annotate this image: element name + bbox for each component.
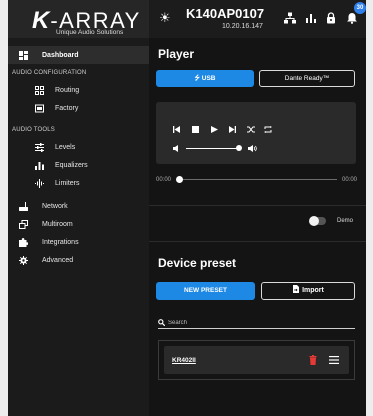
previous-icon[interactable] <box>173 126 180 133</box>
preset-name[interactable]: KR402II <box>172 357 196 364</box>
preset-list: KR402II <box>158 340 355 380</box>
sidebar-item-advanced[interactable]: Advanced <box>8 251 149 269</box>
sidebar-item-network[interactable]: Network <box>8 197 149 215</box>
sidebar-item-levels[interactable]: Levels <box>8 138 149 156</box>
delete-icon[interactable] <box>309 355 317 365</box>
divider <box>149 241 366 242</box>
sidebar-item-label: Integrations <box>42 238 79 246</box>
sidebar-item-label: Levels <box>55 143 76 151</box>
import-file-icon <box>293 285 300 293</box>
sidebar-item-multiroom[interactable]: Multiroom <box>8 215 149 233</box>
sidebar-item-limiters[interactable]: Limiters <box>8 174 149 192</box>
elapsed-time: 00:00 <box>156 177 172 183</box>
demo-label: Demo <box>337 218 354 224</box>
sidebar-item-label: Advanced <box>42 256 74 264</box>
device-ip: 10.20.16.147 <box>222 23 263 30</box>
device-name: K140AP0107 <box>186 6 265 21</box>
stop-icon[interactable] <box>192 126 199 133</box>
sidebar-item-label: Network <box>42 202 68 210</box>
repeat-icon[interactable] <box>264 126 272 133</box>
usb-label: USB <box>201 75 216 82</box>
puzzle-icon <box>19 237 28 247</box>
preset-search[interactable] <box>158 318 355 329</box>
sidebar-item-routing[interactable]: Routing <box>8 81 149 99</box>
lock-icon[interactable] <box>325 12 337 24</box>
sidebar-item-label: Equalizers <box>55 161 88 169</box>
stats-icon[interactable] <box>305 12 317 24</box>
brightness-icon[interactable]: ☀ <box>159 10 171 26</box>
logo-tagline: Unique Audio Solutions <box>56 29 124 36</box>
equalizer-icon <box>35 161 44 170</box>
volume-down-icon[interactable] <box>173 145 180 152</box>
sidebar-item-label: Multiroom <box>42 220 73 228</box>
divider <box>149 205 366 206</box>
sidebar-item-equalizers[interactable]: Equalizers <box>8 156 149 174</box>
search-input[interactable] <box>168 318 348 328</box>
seek-slider-handle[interactable] <box>176 176 183 183</box>
dashboard-icon <box>19 50 28 60</box>
routing-grid-icon <box>35 85 44 95</box>
next-icon[interactable] <box>229 126 236 133</box>
import-button[interactable]: Import <box>261 282 355 300</box>
section-audio-tools: AUDIO TOOLS <box>12 127 55 133</box>
volume-slider-handle[interactable] <box>236 145 242 151</box>
sidebar-item-dashboard[interactable]: Dashboard <box>8 46 149 64</box>
header: K-ARRAY Unique Audio Solutions ☀ K140AP0… <box>8 0 366 38</box>
seek-slider-track[interactable] <box>179 179 337 180</box>
sidebar: Dashboard AUDIO CONFIGURATION Routing Fa… <box>8 38 149 416</box>
multiroom-icon <box>19 219 28 229</box>
transport-panel <box>156 102 356 164</box>
limiter-waveform-icon <box>35 178 44 188</box>
volume-slider-track[interactable] <box>186 148 238 149</box>
dante-source-button[interactable]: Dante Ready™ <box>259 70 355 87</box>
usb-source-button[interactable]: ⭍ USB <box>156 70 254 87</box>
main-panel: Player ⭍ USB Dante Ready™ 00:00 00:00 De… <box>149 38 366 416</box>
app-frame: K-ARRAY Unique Audio Solutions ☀ K140AP0… <box>8 0 366 416</box>
shuffle-icon[interactable] <box>247 126 255 133</box>
levels-sliders-icon <box>35 142 44 152</box>
toggle-knob <box>309 216 319 226</box>
sidebar-item-label: Limiters <box>55 179 80 187</box>
logo-k: K <box>32 7 51 34</box>
section-audio-configuration: AUDIO CONFIGURATION <box>12 70 87 76</box>
factory-icon <box>35 104 44 112</box>
sidebar-item-factory[interactable]: Factory <box>8 99 149 117</box>
network-topology-icon[interactable] <box>284 12 296 24</box>
gear-icon <box>19 255 28 265</box>
notification-badge: 30 <box>354 2 366 14</box>
list-item[interactable]: KR402II <box>164 346 349 374</box>
import-label: Import <box>302 287 324 294</box>
play-icon[interactable] <box>211 126 218 133</box>
usb-icon: ⭍ <box>194 75 200 82</box>
volume-up-icon[interactable] <box>248 145 257 152</box>
network-router-icon <box>19 201 28 211</box>
sidebar-item-label: Dashboard <box>42 51 79 59</box>
sidebar-item-label: Factory <box>55 104 79 112</box>
player-title: Player <box>158 47 195 61</box>
demo-toggle[interactable] <box>309 216 326 226</box>
topbar: ☀ K140AP0107 10.20.16.147 30 <box>149 0 366 38</box>
sidebar-item-label: Routing <box>55 86 80 94</box>
search-icon <box>158 319 165 326</box>
sidebar-item-integrations[interactable]: Integrations <box>8 233 149 251</box>
menu-icon[interactable] <box>329 356 339 364</box>
bell-icon[interactable] <box>346 12 358 24</box>
device-preset-title: Device preset <box>158 256 237 270</box>
new-preset-button[interactable]: NEW PRESET <box>156 282 255 300</box>
total-time: 00:00 <box>342 177 358 183</box>
logo: K-ARRAY Unique Audio Solutions <box>8 0 149 38</box>
